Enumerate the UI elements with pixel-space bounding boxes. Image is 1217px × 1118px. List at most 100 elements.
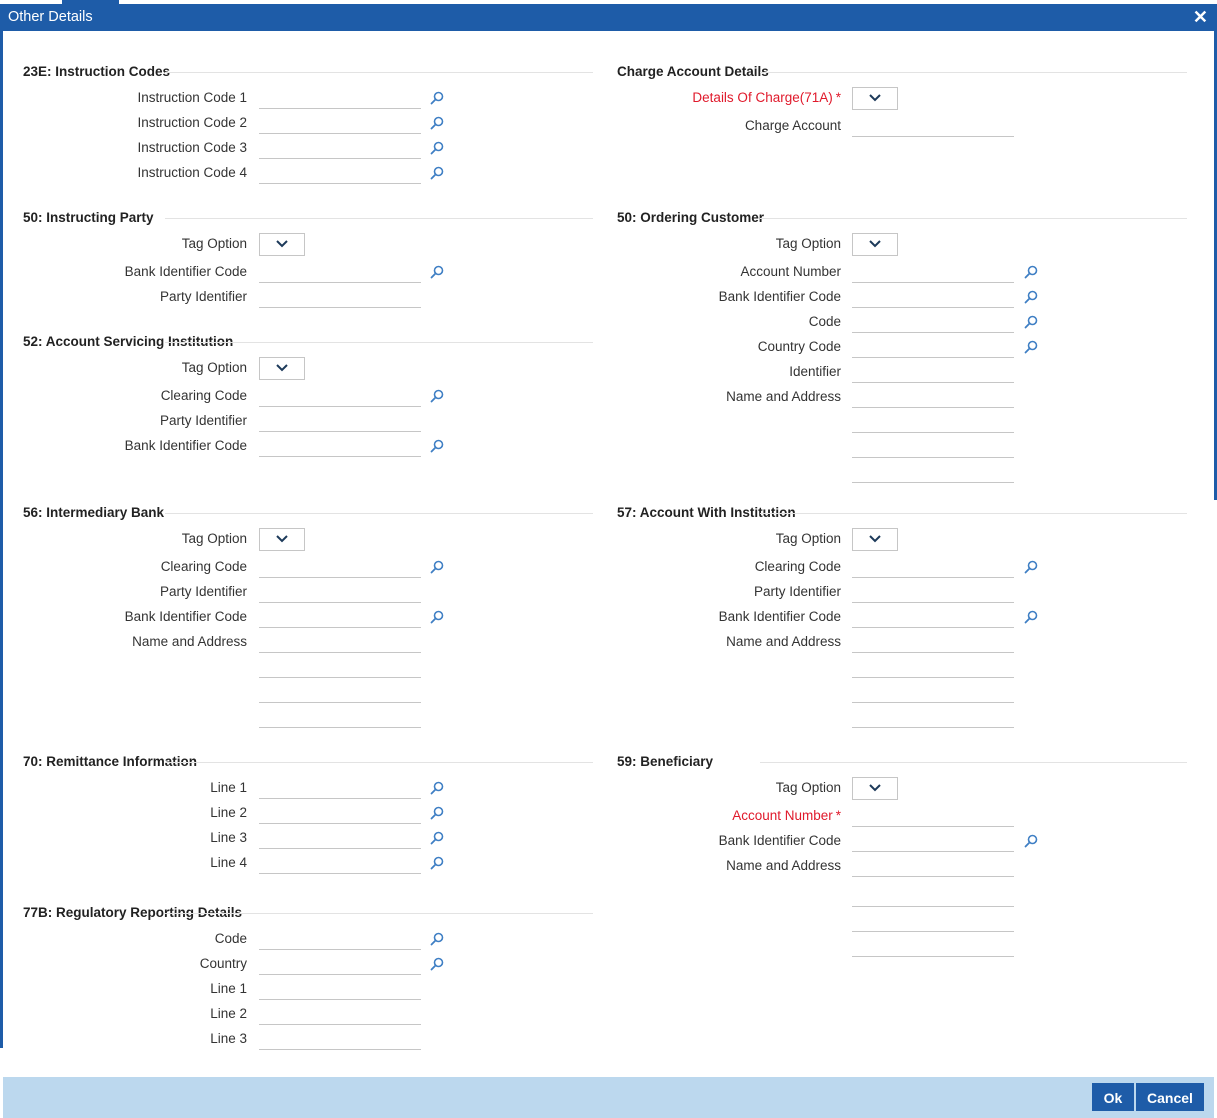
regulatory-label-text-code: Code: [214, 931, 247, 946]
cancel-button[interactable]: Cancel: [1136, 1083, 1204, 1111]
account-servicing-bank-identifier-code-input[interactable]: [259, 439, 421, 457]
search-icon[interactable]: [1024, 340, 1038, 354]
search-icon[interactable]: [430, 610, 444, 624]
remittance-line-4-input[interactable]: [259, 856, 421, 874]
intermediary-bank-clearing-code-input[interactable]: [259, 560, 421, 578]
search-icon[interactable]: [430, 806, 444, 820]
ordering-customer-address-line-4-input[interactable]: [852, 465, 1014, 483]
ordering-customer-tag-option-select[interactable]: [852, 233, 898, 256]
instructing-party-tag-option-select[interactable]: [259, 233, 305, 256]
search-icon[interactable]: [430, 932, 444, 946]
account-with-tag-option-select[interactable]: [852, 528, 898, 551]
account-with-party-identifier-input[interactable]: [852, 585, 1014, 603]
account-with-bank-identifier-code-input[interactable]: [852, 610, 1014, 628]
account-servicing-label-bank-identifier-code: Bank Identifier Code: [7, 438, 247, 453]
beneficiary-bank-identifier-code-input[interactable]: [852, 834, 1014, 852]
ordering-customer-label-country-code: Country Code: [601, 339, 841, 354]
ordering-customer-label-text-code: Code: [808, 314, 841, 329]
search-icon[interactable]: [430, 856, 444, 870]
dialog-titlebar: Other Details ✕: [3, 4, 1214, 31]
intermediary-bank-bank-identifier-code-input[interactable]: [259, 610, 421, 628]
search-icon[interactable]: [430, 265, 444, 279]
search-icon[interactable]: [430, 166, 444, 180]
beneficiary-label-name-and-address: Name and Address: [601, 858, 841, 873]
remittance-label-text-line-4: Line 4: [210, 855, 247, 870]
beneficiary-address-line-3-input[interactable]: [852, 914, 1014, 932]
regulatory-line-1-input[interactable]: [259, 982, 421, 1000]
intermediary-bank-label-text-party-identifier: Party Identifier: [159, 584, 247, 599]
regulatory-line-3-input[interactable]: [259, 1032, 421, 1050]
search-icon[interactable]: [1024, 265, 1038, 279]
beneficiary-address-line-4-input[interactable]: [852, 939, 1014, 957]
account-with-address-line-4-input[interactable]: [852, 710, 1014, 728]
search-icon[interactable]: [430, 957, 444, 971]
intermediary-bank-tag-option-select[interactable]: [259, 528, 305, 551]
beneficiary-account-number-input[interactable]: [852, 809, 1014, 827]
instructing-party-label-party-identifier: Party Identifier: [7, 289, 247, 304]
account-with-label-text-tag-option: Tag Option: [775, 531, 841, 546]
instruction-codes-label-instruction-code-1: Instruction Code 1: [7, 90, 247, 105]
regulatory-country-input[interactable]: [259, 957, 421, 975]
search-icon[interactable]: [1024, 834, 1038, 848]
regulatory-label-line-1: Line 1: [7, 981, 247, 996]
instructing-party-bank-identifier-code-input[interactable]: [259, 265, 421, 283]
ordering-customer-address-line-3-input[interactable]: [852, 440, 1014, 458]
intermediary-bank-address-line-4-input[interactable]: [259, 710, 421, 728]
search-icon[interactable]: [430, 560, 444, 574]
search-icon[interactable]: [430, 91, 444, 105]
ordering-customer-identifier-input[interactable]: [852, 365, 1014, 383]
intermediary-bank-address-line-3-input[interactable]: [259, 685, 421, 703]
account-with-clearing-code-input[interactable]: [852, 560, 1014, 578]
ordering-customer-label-code: Code: [601, 314, 841, 329]
regulatory-line-2-input[interactable]: [259, 1007, 421, 1025]
instruction-codes-instruction-code-3-input[interactable]: [259, 141, 421, 159]
ok-button[interactable]: Ok: [1092, 1083, 1134, 1111]
beneficiary-address-line-2-input[interactable]: [852, 889, 1014, 907]
ordering-customer-label-text-bank-identifier-code: Bank Identifier Code: [718, 289, 841, 304]
remittance-label-line-2: Line 2: [7, 805, 247, 820]
ordering-customer-code-input[interactable]: [852, 315, 1014, 333]
close-icon[interactable]: ✕: [1193, 7, 1208, 28]
account-with-name-and-address-input[interactable]: [852, 635, 1014, 653]
ordering-customer-bank-identifier-code-input[interactable]: [852, 290, 1014, 308]
charge-account-charge-account-input[interactable]: [852, 119, 1014, 137]
intermediary-bank-party-identifier-input[interactable]: [259, 585, 421, 603]
account-servicing-tag-option-select[interactable]: [259, 357, 305, 380]
instruction-codes-instruction-code-1-input[interactable]: [259, 91, 421, 109]
account-servicing-clearing-code-input[interactable]: [259, 389, 421, 407]
required-marker: *: [835, 90, 841, 105]
search-icon[interactable]: [430, 141, 444, 155]
ordering-customer-country-code-input[interactable]: [852, 340, 1014, 358]
regulatory-code-input[interactable]: [259, 932, 421, 950]
search-icon[interactable]: [430, 831, 444, 845]
search-icon[interactable]: [430, 439, 444, 453]
remittance-label-text-line-2: Line 2: [210, 805, 247, 820]
beneficiary-name-and-address-input[interactable]: [852, 859, 1014, 877]
search-icon[interactable]: [1024, 560, 1038, 574]
search-icon[interactable]: [1024, 610, 1038, 624]
intermediary-bank-address-line-2-input[interactable]: [259, 660, 421, 678]
account-with-address-line-2-input[interactable]: [852, 660, 1014, 678]
intermediary-bank-name-and-address-input[interactable]: [259, 635, 421, 653]
ordering-customer-section-title: 50: Ordering Customer: [617, 210, 765, 225]
search-icon[interactable]: [1024, 290, 1038, 304]
search-icon[interactable]: [1024, 315, 1038, 329]
instruction-codes-instruction-code-2-input[interactable]: [259, 116, 421, 134]
ordering-customer-address-line-2-input[interactable]: [852, 415, 1014, 433]
beneficiary-label-text-tag-option: Tag Option: [775, 780, 841, 795]
account-with-address-line-3-input[interactable]: [852, 685, 1014, 703]
instructing-party-party-identifier-input[interactable]: [259, 290, 421, 308]
charge-account-details-of-charge-select[interactable]: [852, 87, 898, 110]
search-icon[interactable]: [430, 389, 444, 403]
instruction-codes-section-title: 23E: Instruction Codes: [23, 64, 171, 79]
remittance-line-1-input[interactable]: [259, 781, 421, 799]
ordering-customer-account-number-input[interactable]: [852, 265, 1014, 283]
search-icon[interactable]: [430, 116, 444, 130]
remittance-line-3-input[interactable]: [259, 831, 421, 849]
search-icon[interactable]: [430, 781, 444, 795]
instruction-codes-instruction-code-4-input[interactable]: [259, 166, 421, 184]
remittance-line-2-input[interactable]: [259, 806, 421, 824]
account-servicing-party-identifier-input[interactable]: [259, 414, 421, 432]
ordering-customer-name-and-address-input[interactable]: [852, 390, 1014, 408]
beneficiary-tag-option-select[interactable]: [852, 777, 898, 800]
